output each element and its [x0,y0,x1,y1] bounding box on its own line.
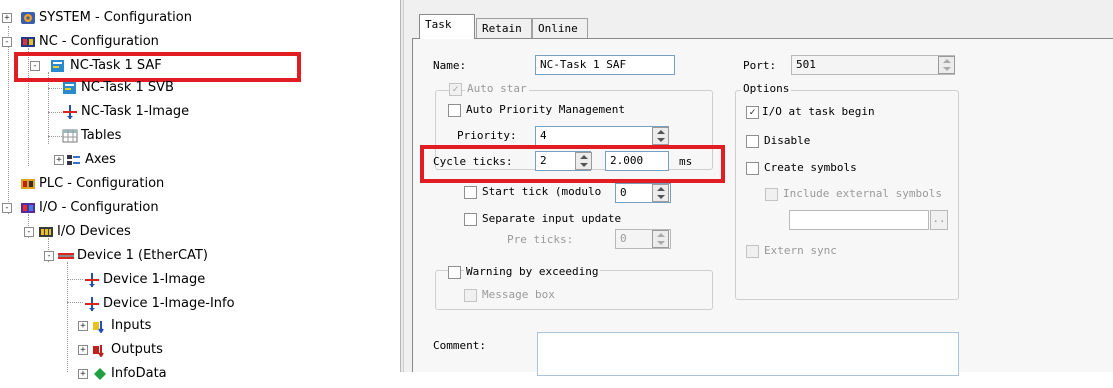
task-form: Name: NC-Task 1 SAF Port: 501 ✓ Auto sta… [433,0,1113,376]
expand-toggle-icon[interactable]: + [54,155,64,165]
auto-start-checkbox[interactable]: ✓ [449,83,462,96]
disable-label: Disable [764,134,811,147]
task-icon [62,81,78,95]
pre-ticks-label: Pre ticks: [507,233,574,246]
port-input[interactable]: 501 [791,55,955,75]
auto-priority-label: Auto Priority Management [466,103,625,116]
tree-item-label: Device 1-Image [103,272,206,287]
tree-item-label: Inputs [111,318,152,333]
options-title: Options [741,82,792,96]
plc-config-icon [20,177,36,191]
start-tick-label: Start tick (modulo [482,185,602,198]
expand-toggle-icon[interactable]: + [78,369,88,379]
port-label: Port: [743,59,777,72]
tree-item-label: SYSTEM - Configuration [39,10,192,25]
image-icon [62,105,78,119]
outputs-icon [92,343,108,358]
highlight-box [420,145,725,183]
image-icon [84,273,100,287]
browse-button[interactable]: .. [930,210,948,230]
create-symbols-checkbox[interactable] [746,162,759,175]
priority-input[interactable]: 4 [535,126,669,146]
tab-task[interactable]: Task [419,14,475,39]
comment-label: Comment: [433,339,486,352]
tree-item-system-configuration[interactable]: + SYSTEM - Configuration [0,8,300,28]
tree-item-label: I/O - Configuration [39,200,159,215]
image-icon [84,297,100,311]
tree-item-label: NC-Task 1 SVB [81,80,174,95]
tree-item-plc-configuration[interactable]: PLC - Configuration [0,174,300,194]
warning-checkbox[interactable] [448,266,461,279]
tree-item-outputs[interactable]: + Outputs [0,340,300,360]
io-at-task-begin-checkbox[interactable]: ✓ [746,106,759,119]
tree-item-nc-configuration[interactable]: - NC - Configuration [0,32,300,52]
tree-item-label: I/O Devices [57,224,131,239]
extern-sync-checkbox[interactable] [746,245,759,258]
tree-item-io-configuration[interactable]: - I/O - Configuration [0,198,300,218]
priority-label: Priority: [457,129,517,142]
inputs-icon [92,319,108,334]
tree-item-axes[interactable]: + Axes [0,150,300,170]
external-symbols-path-input[interactable] [789,210,929,230]
priority-spinner[interactable] [652,127,669,145]
ethercat-device-icon [58,249,74,263]
collapse-toggle-icon[interactable]: - [24,227,34,237]
disable-checkbox[interactable] [746,135,759,148]
tree-item-infodata[interactable]: + InfoData [0,364,300,384]
tree-item-inputs[interactable]: + Inputs [0,316,300,336]
name-input[interactable]: NC-Task 1 SAF [535,55,675,75]
io-config-icon [20,201,36,215]
auto-priority-checkbox[interactable] [448,104,461,117]
nc-config-icon [20,35,36,49]
comment-input[interactable] [537,332,959,376]
collapse-toggle-icon[interactable]: - [2,37,12,47]
io-at-task-begin-label: I/O at task begin [762,105,875,118]
expand-toggle-icon[interactable]: + [78,321,88,331]
tree-item-label: Device 1-Image-Info [103,296,235,311]
tree-item-label: Axes [85,152,116,167]
name-label: Name: [433,59,467,72]
tree-item-nc-task-1-image[interactable]: NC-Task 1-Image [0,102,300,122]
tree-item-device-1-image[interactable]: Device 1-Image [0,270,300,290]
collapse-toggle-icon[interactable]: - [2,203,12,213]
tree-item-tables[interactable]: Tables [0,126,300,146]
tree-item-label: NC - Configuration [39,34,159,49]
start-tick-spinner[interactable] [652,184,669,202]
auto-start-label: Auto star [465,82,529,96]
extern-sync-label: Extern sync [764,244,837,257]
separate-input-checkbox[interactable] [464,213,477,226]
create-symbols-label: Create symbols [764,161,857,174]
include-external-label: Include external symbols [783,187,942,200]
tree-item-label: Outputs [111,342,163,357]
infodata-icon [92,367,108,381]
system-config-icon [20,11,36,25]
tree-item-device-1-ethercat[interactable]: - Device 1 (EtherCAT) [0,246,300,266]
tree-item-device-1-image-info[interactable]: Device 1-Image-Info [0,294,300,314]
start-tick-checkbox[interactable] [464,186,477,199]
expand-toggle-icon[interactable]: + [2,13,12,23]
tree-item-label: Tables [81,128,122,143]
tree-item-label: NC-Task 1-Image [81,104,190,119]
pre-ticks-spinner[interactable] [652,230,669,248]
collapse-toggle-icon[interactable]: - [44,251,54,261]
solution-tree: + SYSTEM - Configuration - NC - Configur… [0,0,400,381]
include-external-checkbox[interactable] [765,188,778,201]
tree-item-label: Device 1 (EtherCAT) [77,248,208,263]
expand-toggle-icon[interactable]: + [78,345,88,355]
message-box-label: Message box [482,288,555,301]
axes-icon [66,153,82,167]
tree-item-nc-task-1-svb[interactable]: NC-Task 1 SVB [0,78,300,98]
tree-item-io-devices[interactable]: - I/O Devices [0,222,300,242]
message-box-checkbox[interactable] [464,289,477,302]
table-icon [62,129,78,143]
separate-input-label: Separate input update [482,212,622,225]
tree-item-label: InfoData [111,366,167,381]
port-spinner[interactable] [938,56,955,74]
warning-label: Warning by exceeding [464,265,601,279]
io-devices-icon [38,225,54,239]
tree-item-label: PLC - Configuration [39,176,165,191]
